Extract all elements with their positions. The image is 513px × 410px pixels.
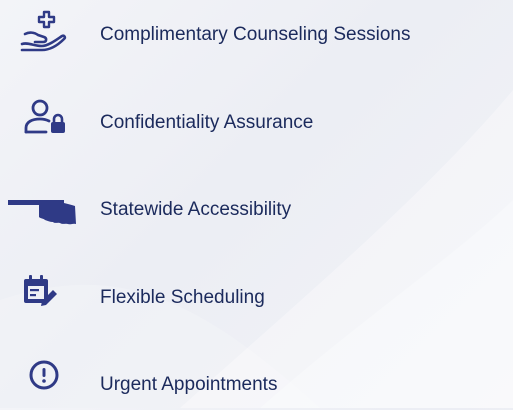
calendar-edit-icon [0, 273, 90, 323]
feature-item-flexible-scheduling: Flexible Scheduling [0, 273, 513, 323]
feature-item-complimentary-counseling: Complimentary Counseling Sessions [0, 10, 513, 60]
feature-item-urgent-appointments: Urgent Appointments [0, 360, 513, 410]
feature-item-confidentiality: Confidentiality Assurance [0, 98, 513, 148]
feature-label: Statewide Accessibility [100, 199, 292, 220]
exclamation-circle-icon [0, 360, 90, 410]
feature-label: Urgent Appointments [100, 374, 278, 395]
feature-label: Complimentary Counseling Sessions [100, 24, 411, 45]
user-lock-icon [0, 98, 90, 148]
feature-label: Confidentiality Assurance [100, 112, 314, 133]
feature-label: Flexible Scheduling [100, 287, 265, 308]
feature-list: Complimentary Counseling Sessions Confid… [0, 0, 513, 408]
feature-item-statewide: Statewide Accessibility [0, 185, 513, 235]
oklahoma-state-icon [0, 185, 90, 235]
hand-medical-cross-icon [0, 10, 90, 60]
